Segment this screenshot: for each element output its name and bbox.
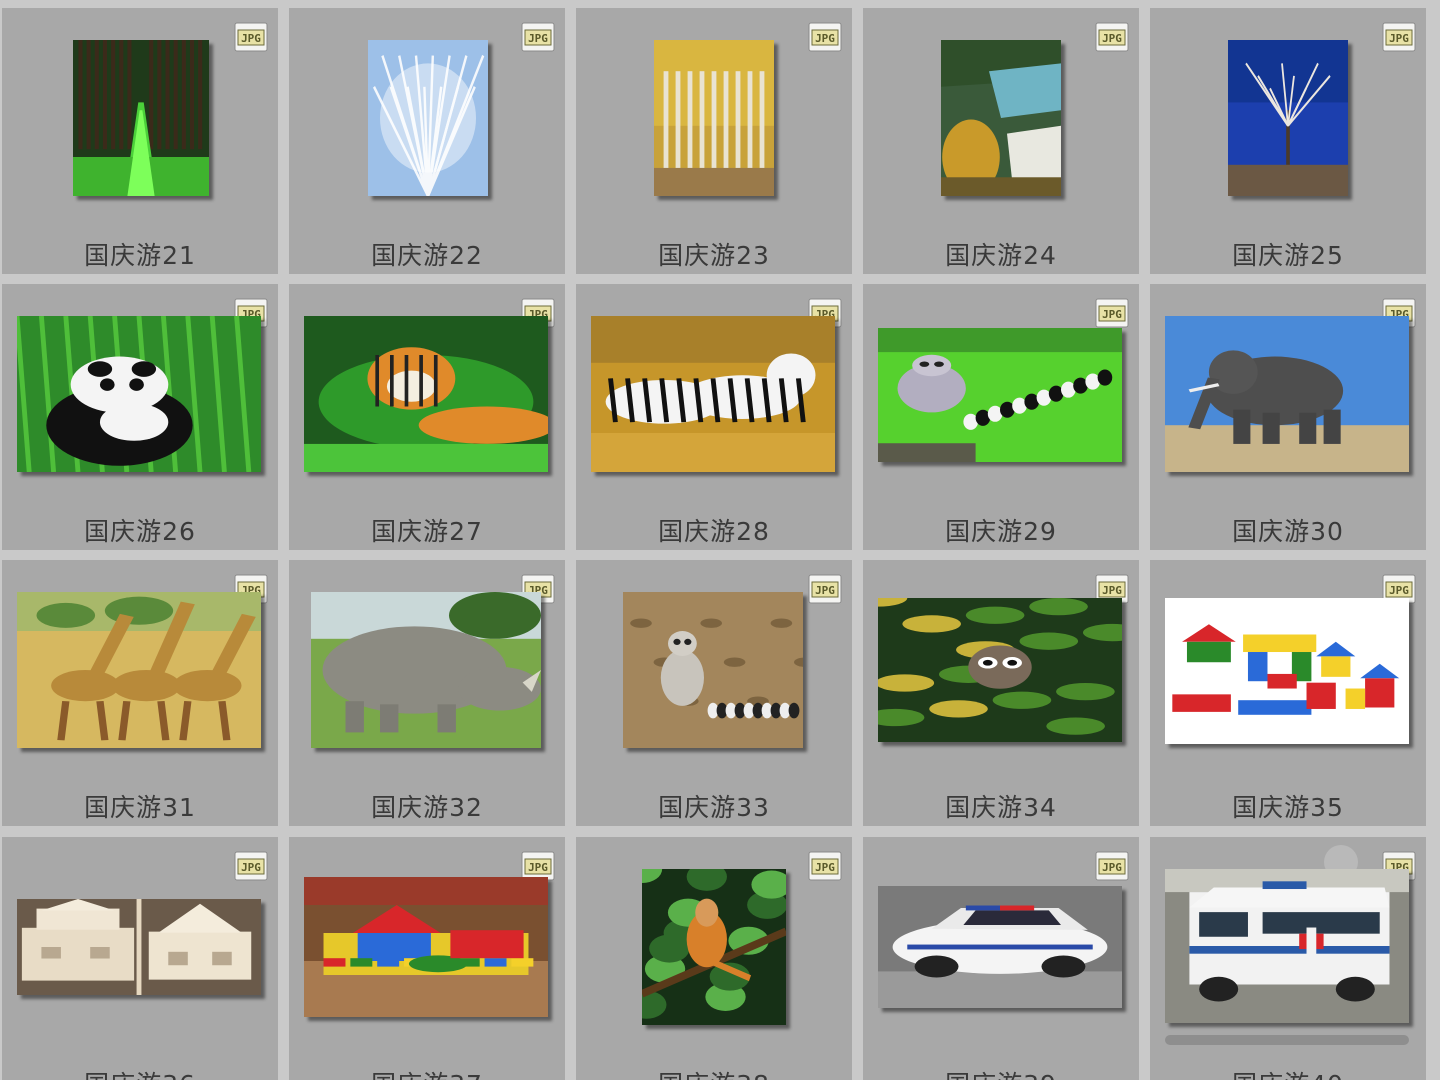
- jpg-file-type-icon: JPG: [1095, 298, 1129, 328]
- thumbnail-image[interactable]: [17, 316, 261, 472]
- file-name-label: 国庆游38: [576, 1065, 852, 1080]
- svg-text:JPG: JPG: [528, 861, 548, 874]
- thumbnail-image[interactable]: [941, 40, 1061, 196]
- file-item[interactable]: JPG 国庆游32: [289, 560, 565, 826]
- svg-text:JPG: JPG: [815, 861, 835, 874]
- svg-text:JPG: JPG: [1389, 32, 1409, 45]
- svg-text:JPG: JPG: [1102, 584, 1122, 597]
- file-name-label: 国庆游22: [371, 241, 483, 270]
- thumbnail-image[interactable]: [1165, 598, 1409, 744]
- file-name-label: 国庆游28: [658, 517, 770, 546]
- jpg-file-type-icon: JPG: [808, 851, 842, 881]
- svg-text:JPG: JPG: [241, 32, 261, 45]
- file-name-label: 国庆游34: [945, 793, 1057, 822]
- file-item[interactable]: JPG 国庆游40: [1150, 837, 1426, 1080]
- file-name-label: 国庆游21: [84, 241, 196, 270]
- file-item[interactable]: JPG 国庆游25: [1150, 8, 1426, 274]
- file-item[interactable]: JPG 国庆游34: [863, 560, 1139, 826]
- file-item[interactable]: JPG 国庆游37: [289, 837, 565, 1080]
- file-name-label: 国庆游37: [289, 1065, 565, 1080]
- file-item[interactable]: JPG 国庆游24: [863, 8, 1139, 274]
- jpg-file-type-icon: JPG: [234, 22, 268, 52]
- file-name-label: 国庆游39: [863, 1065, 1139, 1080]
- file-item[interactable]: JPG 国庆游23: [576, 8, 852, 274]
- thumbnail-image[interactable]: [591, 316, 835, 472]
- file-item[interactable]: JPG 国庆游33: [576, 560, 852, 826]
- file-grid: JPG 国庆游21 JPG 国庆游22 JPG 国庆游23 JPG 国庆游24 …: [0, 0, 1440, 1080]
- file-name-label: 国庆游24: [945, 241, 1057, 270]
- svg-text:JPG: JPG: [1102, 32, 1122, 45]
- svg-text:JPG: JPG: [815, 32, 835, 45]
- file-item[interactable]: JPG 国庆游27: [289, 284, 565, 550]
- svg-text:JPG: JPG: [1102, 308, 1122, 321]
- thumbnail-image[interactable]: [623, 592, 803, 748]
- file-item[interactable]: JPG 国庆游31: [2, 560, 278, 826]
- file-item[interactable]: JPG 国庆游29: [863, 284, 1139, 550]
- thumbnail-image[interactable]: [311, 592, 541, 748]
- jpg-file-type-icon: JPG: [1095, 22, 1129, 52]
- file-name-label: 国庆游23: [658, 241, 770, 270]
- jpg-file-type-icon: JPG: [808, 22, 842, 52]
- jpg-file-type-icon: JPG: [808, 574, 842, 604]
- file-name-label: 国庆游32: [371, 793, 483, 822]
- file-name-label: 国庆游40: [1150, 1065, 1426, 1080]
- file-item[interactable]: JPG 国庆游39: [863, 837, 1139, 1080]
- file-item[interactable]: JPG 国庆游26: [2, 284, 278, 550]
- svg-text:JPG: JPG: [241, 861, 261, 874]
- thumbnail-image[interactable]: [1165, 316, 1409, 472]
- thumbnail-image[interactable]: [654, 40, 774, 196]
- file-name-label: 国庆游27: [371, 517, 483, 546]
- file-item[interactable]: JPG 国庆游38: [576, 837, 852, 1080]
- file-name-label: 国庆游33: [658, 793, 770, 822]
- jpg-file-type-icon: JPG: [1095, 851, 1129, 881]
- thumbnail-image[interactable]: [73, 40, 209, 196]
- file-name-label: 国庆游26: [84, 517, 196, 546]
- thumbnail-image[interactable]: [1165, 869, 1409, 1023]
- svg-text:JPG: JPG: [1102, 861, 1122, 874]
- thumbnail-image[interactable]: [642, 869, 786, 1025]
- jpg-file-type-icon: JPG: [234, 851, 268, 881]
- thumbnail-image[interactable]: [17, 899, 261, 995]
- file-name-label: 国庆游35: [1232, 793, 1344, 822]
- thumbnail-image[interactable]: [17, 592, 261, 748]
- jpg-file-type-icon: JPG: [1382, 22, 1416, 52]
- thumbnail-image[interactable]: [1228, 40, 1348, 196]
- file-item[interactable]: JPG 国庆游36: [2, 837, 278, 1080]
- thumbnail-image[interactable]: [878, 328, 1122, 462]
- jpg-file-type-icon: JPG: [521, 22, 555, 52]
- file-item[interactable]: JPG 国庆游22: [289, 8, 565, 274]
- progress-bar: [1165, 1035, 1409, 1045]
- file-name-label: 国庆游36: [2, 1065, 278, 1080]
- svg-text:JPG: JPG: [1389, 584, 1409, 597]
- thumbnail-image[interactable]: [304, 877, 548, 1017]
- file-item[interactable]: JPG 国庆游28: [576, 284, 852, 550]
- file-item[interactable]: JPG 国庆游30: [1150, 284, 1426, 550]
- file-name-label: 国庆游29: [945, 517, 1057, 546]
- svg-text:JPG: JPG: [528, 32, 548, 45]
- file-name-label: 国庆游31: [84, 793, 196, 822]
- thumbnail-image[interactable]: [304, 316, 548, 472]
- file-item[interactable]: JPG 国庆游35: [1150, 560, 1426, 826]
- file-name-label: 国庆游30: [1232, 517, 1344, 546]
- thumbnail-image[interactable]: [878, 886, 1122, 1008]
- file-item[interactable]: JPG 国庆游21: [2, 8, 278, 274]
- file-name-label: 国庆游25: [1232, 241, 1344, 270]
- svg-text:JPG: JPG: [815, 584, 835, 597]
- thumbnail-image[interactable]: [878, 598, 1122, 742]
- thumbnail-image[interactable]: [368, 40, 488, 196]
